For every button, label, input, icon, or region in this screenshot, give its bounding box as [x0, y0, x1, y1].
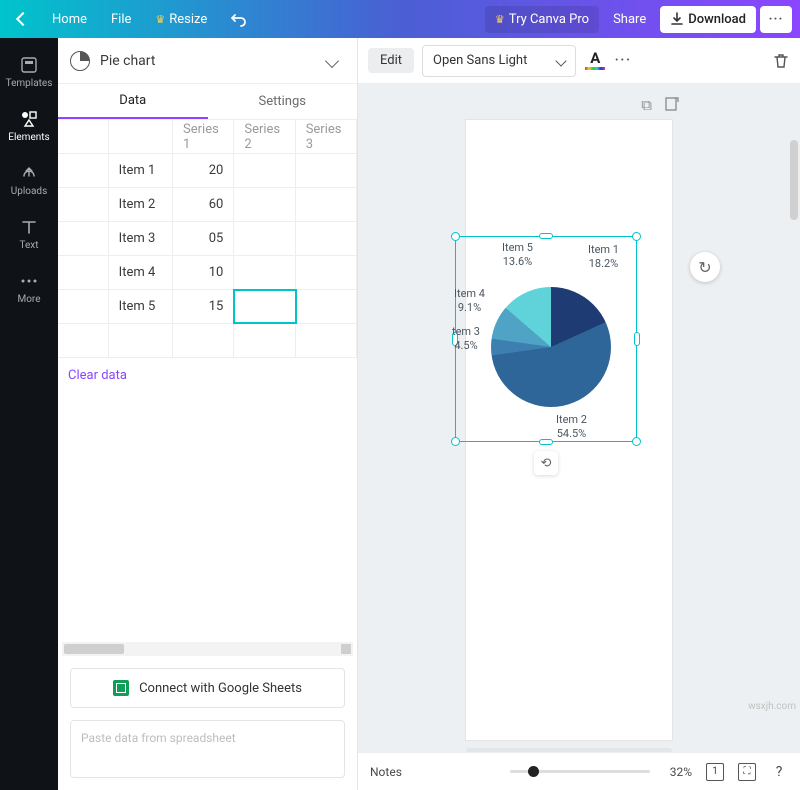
page-view-button[interactable]: 1 — [706, 763, 724, 781]
cell-value[interactable]: 60 — [173, 188, 234, 221]
pie-chart[interactable] — [491, 287, 611, 407]
canvas-v-scrollbar[interactable] — [790, 140, 798, 752]
text-color-button[interactable]: A — [584, 49, 606, 73]
rail-uploads[interactable]: Uploads — [1, 154, 57, 206]
rail-text[interactable]: Text — [1, 208, 57, 260]
watermark: wsxjh.com — [748, 701, 796, 712]
fullscreen-button[interactable]: ⛶ — [738, 763, 756, 781]
bottom-bar: Notes 32% 1 ⛶ ? — [358, 752, 800, 790]
crown-icon: ♛ — [155, 13, 165, 26]
grid-h-scrollbar[interactable] — [62, 642, 353, 656]
chevron-down-icon — [556, 55, 567, 66]
chevron-down-icon — [325, 53, 339, 67]
cell-value[interactable]: 10 — [173, 256, 234, 289]
elements-icon — [19, 109, 39, 129]
pie-label: Item 254.5% — [556, 413, 587, 442]
resize-handle[interactable] — [632, 232, 641, 241]
context-toolbar: Edit Open Sans Light A ··· — [358, 38, 800, 84]
paste-data-input[interactable]: Paste data from spreadsheet — [70, 720, 345, 778]
chart-type-label: Pie chart — [100, 53, 155, 69]
chart-selection[interactable]: Item 118.2% Item 254.5% tem 34.5% Item 4… — [455, 236, 637, 442]
resize-handle[interactable] — [451, 232, 460, 241]
grid-corner[interactable] — [58, 120, 109, 153]
zoom-thumb[interactable] — [528, 766, 539, 777]
download-button[interactable]: Download — [660, 6, 756, 33]
toolbar-more-button[interactable]: ··· — [614, 50, 631, 71]
grid-header-blank[interactable] — [109, 120, 173, 153]
cell-value[interactable]: 05 — [173, 222, 234, 255]
swap-button[interactable]: ⟲ — [534, 451, 558, 475]
data-panel: Pie chart Data Settings Series 1 Series … — [58, 38, 358, 790]
templates-icon — [19, 55, 39, 75]
rail-templates[interactable]: Templates — [1, 46, 57, 98]
top-bar: Home File ♛Resize ♛Try Canva Pro Share D… — [0, 0, 800, 38]
resize-handle[interactable] — [632, 437, 641, 446]
home-button[interactable]: Home — [42, 6, 97, 33]
rail-elements[interactable]: Elements — [1, 100, 57, 152]
left-rail: Templates Elements Uploads Text More — [0, 38, 58, 790]
cell-value[interactable]: 20 — [173, 154, 234, 187]
undo-button[interactable] — [221, 5, 257, 33]
tab-data[interactable]: Data — [58, 84, 208, 119]
cell-value[interactable]: 15 — [173, 290, 234, 323]
help-button[interactable]: ? — [770, 763, 788, 781]
pie-label: Item 118.2% — [588, 243, 619, 272]
back-button[interactable] — [8, 8, 38, 30]
page-tools: ⧉ — [641, 96, 680, 114]
zoom-slider[interactable] — [510, 770, 650, 773]
cell-label[interactable]: Item 4 — [109, 256, 173, 289]
resize-handle[interactable] — [539, 439, 553, 445]
rotate-button[interactable]: ↻ — [690, 252, 720, 282]
cell-label[interactable]: Item 2 — [109, 188, 173, 221]
share-button[interactable]: Share — [603, 6, 656, 33]
google-sheets-button[interactable]: Connect with Google Sheets — [70, 668, 345, 708]
pie-chart-icon — [70, 51, 90, 71]
crown-icon: ♛ — [495, 13, 505, 26]
grid-header-s2[interactable]: Series 2 — [234, 120, 295, 153]
more-button[interactable]: ··· — [760, 6, 792, 33]
cell-selected[interactable] — [234, 290, 295, 323]
try-pro-button[interactable]: ♛Try Canva Pro — [485, 6, 599, 33]
clear-data-button[interactable]: Clear data — [58, 358, 357, 393]
rail-more[interactable]: More — [1, 262, 57, 314]
cell-label[interactable]: Item 5 — [109, 290, 173, 323]
chart-type-select[interactable]: Pie chart — [70, 51, 345, 71]
grid-header-s3[interactable]: Series 3 — [296, 120, 357, 153]
resize-button[interactable]: ♛Resize — [145, 6, 217, 33]
font-select[interactable]: Open Sans Light — [422, 45, 576, 77]
pie-label: tem 34.5% — [452, 325, 480, 354]
add-page-icon-button[interactable] — [664, 96, 680, 114]
duplicate-page-button[interactable]: ⧉ — [641, 96, 652, 114]
edit-button[interactable]: Edit — [368, 48, 414, 73]
text-color-icon: A — [590, 49, 600, 67]
add-page-button[interactable]: + Add page — [466, 748, 672, 752]
more-icon — [19, 271, 39, 291]
delete-button[interactable] — [772, 52, 790, 70]
undo-icon — [231, 11, 247, 27]
data-grid: Series 1 Series 2 Series 3 Item 120 Item… — [58, 120, 357, 358]
resize-handle[interactable] — [634, 332, 640, 346]
google-sheets-icon — [113, 680, 129, 696]
resize-handle[interactable] — [451, 437, 460, 446]
canvas-wrap: Edit Open Sans Light A ··· ⧉ It — [358, 38, 800, 790]
file-button[interactable]: File — [101, 6, 141, 33]
pie-label: Item 513.6% — [502, 241, 533, 270]
zoom-value: 32% — [670, 765, 692, 779]
grid-header-s1[interactable]: Series 1 — [173, 120, 234, 153]
download-icon — [670, 12, 684, 26]
text-icon — [19, 217, 39, 237]
resize-handle[interactable] — [539, 233, 553, 239]
cell-label[interactable]: Item 1 — [109, 154, 173, 187]
notes-button[interactable]: Notes — [370, 765, 402, 779]
uploads-icon — [19, 163, 39, 183]
chevron-left-icon — [16, 12, 30, 26]
cell-label[interactable]: Item 3 — [109, 222, 173, 255]
tab-settings[interactable]: Settings — [208, 84, 358, 119]
canvas-area[interactable]: ⧉ Item 118.2% Item 254.5% tem 34.5% Item… — [358, 84, 800, 752]
pie-label: Item 49.1% — [454, 287, 485, 316]
